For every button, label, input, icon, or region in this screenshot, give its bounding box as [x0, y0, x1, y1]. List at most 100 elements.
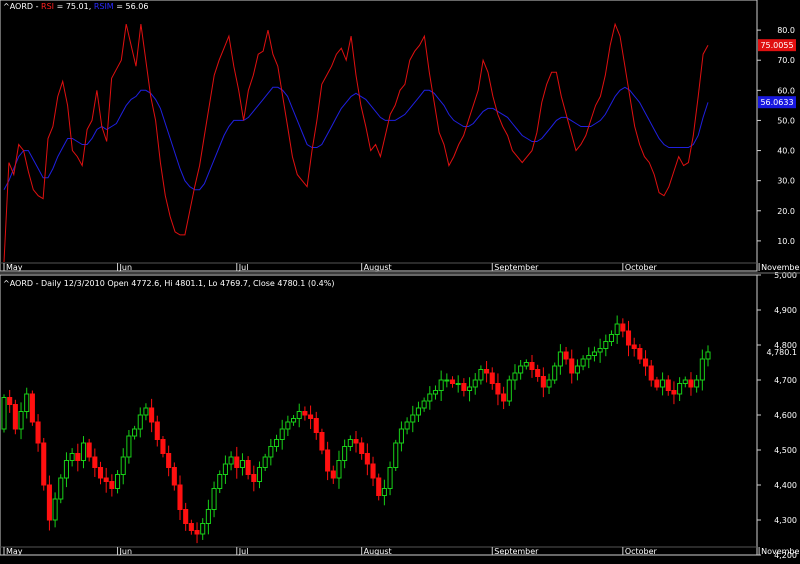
- candle-body-down: [319, 432, 325, 451]
- candle-body-down: [376, 477, 382, 496]
- rsi-x-tick-label: May: [6, 263, 23, 272]
- candle-body-up: [694, 379, 700, 388]
- candle-body-up: [126, 435, 132, 458]
- candle-body-up: [291, 418, 297, 423]
- candle-body-down: [177, 484, 183, 510]
- price-y-tick-label: 4,900: [774, 306, 797, 315]
- candle-body-down: [620, 323, 626, 332]
- candle-body-down: [569, 358, 575, 374]
- candle-body-down: [461, 383, 467, 391]
- candle-body-up: [603, 341, 609, 349]
- candle-body-up: [200, 523, 206, 535]
- candle-body-down: [643, 358, 649, 367]
- rsi-y-tick-label: 70.0: [777, 56, 795, 65]
- candle-body-down: [75, 453, 81, 461]
- price-y-tick-label: 4,700: [774, 376, 797, 385]
- candle-body-up: [410, 414, 416, 423]
- candle-body-down: [160, 439, 166, 454]
- rsi-x-tick-label: Jul: [238, 263, 249, 272]
- price-y-tick-label: 4,600: [774, 411, 797, 420]
- candle-body-up: [120, 456, 126, 475]
- price-x-tick-label: October: [625, 547, 658, 556]
- candle-body-up: [467, 386, 473, 391]
- candle-body-down: [245, 460, 251, 475]
- candle: [29, 390, 35, 426]
- candle-body-up: [1, 397, 7, 430]
- candle-body-up: [205, 509, 211, 524]
- candle-body-up: [336, 460, 342, 479]
- candle-body-up: [404, 421, 410, 430]
- candle-body-down: [535, 369, 541, 377]
- candle-body-up: [682, 379, 688, 384]
- rsi-last-value-label: 75.0055: [760, 41, 793, 50]
- candle-body-down: [631, 344, 637, 349]
- price-x-tick-label: Jul: [238, 547, 249, 556]
- candle-body-up: [597, 348, 603, 353]
- rsi-title-part: = 56.06: [113, 2, 149, 11]
- candle-body-up: [586, 355, 592, 360]
- candle-body-up: [398, 428, 404, 444]
- candle: [58, 474, 64, 504]
- candle-body-down: [154, 421, 160, 440]
- candle-body-down: [671, 390, 677, 395]
- rsi-last-values: 75.0055 56.0633: [758, 39, 796, 109]
- candle-body-up: [512, 372, 518, 381]
- candle-body-down: [484, 369, 490, 374]
- candle-body-down: [103, 477, 109, 482]
- price-y-tick-label: 5,000: [774, 271, 797, 280]
- candle-body-down: [495, 383, 501, 395]
- candle-body-down: [370, 463, 376, 479]
- candle-body-up: [69, 453, 75, 461]
- rsi-y-tick-label: 10.0: [777, 237, 795, 246]
- rsi-title: ^AORD - RSI = 75.01, RSIM = 56.06: [3, 2, 148, 12]
- candle-body-down: [46, 484, 52, 521]
- price-x-tick-label: May: [6, 547, 23, 556]
- price-x-tick-label: Jun: [119, 547, 133, 556]
- candle-body-down: [97, 467, 104, 479]
- candle-body-up: [546, 379, 552, 388]
- candle-body-down: [251, 474, 257, 482]
- candle-body-up: [506, 379, 512, 402]
- rsi-y-tick-label: 80.0: [777, 26, 795, 35]
- candle-body-up: [273, 439, 280, 447]
- price-x-tick-label: August: [364, 547, 392, 556]
- candle-body-up: [608, 334, 615, 342]
- candle-body-up: [52, 498, 58, 521]
- candle-body-down: [183, 509, 189, 524]
- rsi-y-tick-label: 20.0: [777, 207, 795, 216]
- candle-body-up: [660, 379, 666, 388]
- candle-body-up: [455, 383, 461, 385]
- price-last-value-label: 4,780.1: [766, 348, 797, 357]
- price-last-value: 4,780.1: [766, 348, 797, 357]
- candle-body-down: [364, 453, 370, 465]
- candle-body-down: [654, 379, 660, 388]
- candle-body-up: [518, 365, 524, 374]
- candle-body-down: [149, 407, 155, 423]
- candle-body-up: [393, 442, 399, 468]
- price-panel: 4,2004,3004,4004,5004,6004,7004,8004,900…: [0, 271, 800, 560]
- candle-body-up: [80, 442, 87, 461]
- candle-body-down: [7, 397, 13, 405]
- candle-body-up: [24, 393, 30, 412]
- price-y-axis: 4,2004,3004,4004,5004,6004,7004,8004,900…: [757, 271, 797, 560]
- price-x-tick-label: September: [494, 547, 539, 556]
- rsi-y-tick-label: 60.0: [777, 86, 795, 95]
- price-title: ^AORD - Daily 12/3/2010 Open 4772.6, Hi …: [3, 279, 335, 288]
- candle-body-down: [489, 372, 495, 384]
- candle-body-down: [501, 393, 507, 402]
- price-y-tick-label: 4,400: [774, 481, 797, 490]
- candle-body-up: [132, 428, 138, 437]
- candle-body-up: [557, 351, 563, 367]
- rsi-title-part: RSIM: [93, 2, 114, 11]
- candle-body-down: [325, 449, 331, 472]
- rsi-last-value-label: 56.0633: [760, 98, 793, 107]
- candle-body-up: [381, 488, 387, 496]
- candle-body-up: [580, 358, 586, 367]
- candle-body-up: [438, 379, 444, 391]
- candle-body-down: [29, 393, 35, 423]
- candle-body-up: [387, 467, 393, 489]
- candle-body-up: [268, 446, 274, 458]
- candle-body-up: [279, 428, 285, 440]
- rsi-x-tick-label: October: [625, 263, 658, 272]
- candle-body-up: [217, 474, 223, 489]
